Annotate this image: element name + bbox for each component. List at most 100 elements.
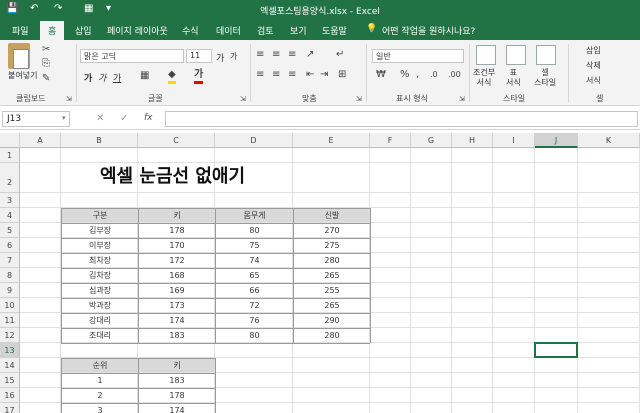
column-header-i[interactable]: I <box>493 133 535 148</box>
format-painter-icon[interactable]: ✎ <box>42 73 50 85</box>
row-header-1[interactable]: 1 <box>0 148 20 163</box>
fill-color-icon[interactable]: ◆ <box>168 69 176 84</box>
row-header-3[interactable]: 3 <box>0 193 20 208</box>
align-center-icon[interactable]: ≡ <box>272 69 280 81</box>
tab-view[interactable]: 보기 <box>290 24 307 37</box>
cell-styles-icon[interactable] <box>536 45 556 65</box>
increase-decimal-icon[interactable]: .0 <box>430 69 438 81</box>
format-as-table-icon[interactable] <box>506 45 526 65</box>
font-size-select[interactable]: 11 <box>186 49 212 63</box>
tab-formulas[interactable]: 수식 <box>182 24 199 37</box>
tab-file[interactable]: 파일 <box>12 24 29 37</box>
tab-review[interactable]: 검토 <box>257 24 274 37</box>
table-cell: 74 <box>249 256 260 265</box>
row-header-13[interactable]: 13 <box>0 343 20 358</box>
shrink-font-button[interactable]: 가 <box>230 51 237 62</box>
currency-icon[interactable]: ₩ <box>376 69 386 81</box>
column-header-f[interactable]: F <box>370 133 411 148</box>
paste-icon[interactable] <box>8 43 30 69</box>
column-header-j[interactable]: J <box>535 133 578 148</box>
tab-insert[interactable]: 삽입 <box>75 24 92 37</box>
percent-icon[interactable]: % <box>400 69 410 81</box>
align-right-icon[interactable]: ≡ <box>288 69 296 81</box>
format-cells-button[interactable]: 서식 <box>586 75 601 86</box>
insert-function-button[interactable]: fx <box>144 113 153 123</box>
number-format-select[interactable]: 일반 <box>372 49 464 63</box>
row-header-5[interactable]: 5 <box>0 223 20 238</box>
cut-icon[interactable]: ✂ <box>42 44 50 56</box>
copy-icon[interactable]: ⎘ <box>42 58 50 70</box>
align-left-icon[interactable]: ≡ <box>256 69 264 81</box>
row-header-6[interactable]: 6 <box>0 238 20 253</box>
insert-cells-button[interactable]: 삽입 <box>586 45 601 56</box>
row-header-9[interactable]: 9 <box>0 283 20 298</box>
dialog-launcher-icon[interactable]: ⇲ <box>66 93 72 105</box>
column-header-b[interactable]: B <box>61 133 138 148</box>
table-border-v <box>138 208 139 343</box>
row-header-2[interactable]: 2 <box>0 163 20 193</box>
enter-icon[interactable]: ✓ <box>120 113 128 124</box>
table-cell: 박과장 <box>88 301 112 310</box>
column-header-k[interactable]: K <box>578 133 640 148</box>
tab-data[interactable]: 데이터 <box>216 24 241 37</box>
borders-icon[interactable]: ▦ <box>140 70 149 82</box>
format-as-table-button[interactable]: 표 서식 <box>506 68 521 88</box>
align-bottom-icon[interactable]: ≡ <box>288 49 296 61</box>
row-header-16[interactable]: 16 <box>0 388 20 403</box>
tab-page-layout[interactable]: 페이지 레이아웃 <box>107 24 168 37</box>
cell-styles-button[interactable]: 셀 스타일 <box>534 68 556 88</box>
italic-button[interactable]: 가 <box>98 71 106 84</box>
decrease-decimal-icon[interactable]: .00 <box>448 69 461 81</box>
cancel-icon[interactable]: ✕ <box>96 113 104 124</box>
align-middle-icon[interactable]: ≡ <box>272 49 280 61</box>
row-header-10[interactable]: 10 <box>0 298 20 313</box>
tell-me-box[interactable]: 어떤 작업을 원하시나요? <box>382 24 475 37</box>
table-cell: 조대리 <box>88 331 112 340</box>
select-all-corner[interactable] <box>0 133 20 148</box>
orientation-icon[interactable]: ↗ <box>306 49 314 61</box>
merge-center-icon[interactable]: ⊞ <box>338 69 346 81</box>
column-header-h[interactable]: H <box>452 133 493 148</box>
name-box[interactable]: J13 <box>2 111 70 127</box>
align-top-icon[interactable]: ≡ <box>256 49 264 61</box>
dialog-launcher-icon[interactable]: ⇲ <box>240 93 246 105</box>
column-header-d[interactable]: D <box>215 133 293 148</box>
selected-cell-j13[interactable] <box>534 342 578 358</box>
row-header-12[interactable]: 12 <box>0 328 20 343</box>
comma-icon[interactable]: , <box>416 69 419 81</box>
column-header-a[interactable]: A <box>20 133 61 148</box>
column-header-g[interactable]: G <box>411 133 452 148</box>
grow-font-button[interactable]: 가 <box>216 51 224 64</box>
formula-input[interactable] <box>165 111 638 127</box>
dialog-launcher-icon[interactable]: ⇲ <box>459 93 465 105</box>
row-header-4[interactable]: 4 <box>0 208 20 223</box>
conditional-format-button[interactable]: 조건부 서식 <box>473 68 495 88</box>
row-header-11[interactable]: 11 <box>0 313 20 328</box>
column-header-c[interactable]: C <box>138 133 215 148</box>
column-header-e[interactable]: E <box>293 133 370 148</box>
font-name-select[interactable]: 맑은 고딕 <box>80 49 184 63</box>
delete-cells-button[interactable]: 삭제 <box>586 60 601 71</box>
row-header-15[interactable]: 15 <box>0 373 20 388</box>
row-header-8[interactable]: 8 <box>0 268 20 283</box>
tab-home[interactable]: 홈 <box>40 21 65 40</box>
increase-indent-icon[interactable]: ⇥ <box>320 69 328 81</box>
row-header-7[interactable]: 7 <box>0 253 20 268</box>
conditional-format-icon[interactable] <box>476 45 496 65</box>
font-group-label: 글꼴 <box>148 94 163 103</box>
font-color-icon[interactable]: 가 <box>194 69 204 84</box>
table-cell: 심과장 <box>88 286 112 295</box>
table-cell: 173 <box>169 301 185 310</box>
row-header-17[interactable]: 17 <box>0 403 20 413</box>
row-header-14[interactable]: 14 <box>0 358 20 373</box>
decrease-indent-icon[interactable]: ⇤ <box>306 69 314 81</box>
tab-help[interactable]: 도움말 <box>322 24 347 37</box>
name-box-dropdown-icon[interactable]: ▾ <box>62 114 66 122</box>
table-cell: 72 <box>249 301 260 310</box>
wrap-text-icon[interactable]: ↵ <box>336 49 344 61</box>
bold-button[interactable]: 가 <box>84 71 92 84</box>
underline-button[interactable]: 가 <box>113 71 121 84</box>
paste-button[interactable]: 붙여넣기 <box>8 70 37 81</box>
dialog-launcher-icon[interactable]: ⇲ <box>356 93 362 105</box>
clipboard-group-label: 클립보드 <box>16 94 46 103</box>
